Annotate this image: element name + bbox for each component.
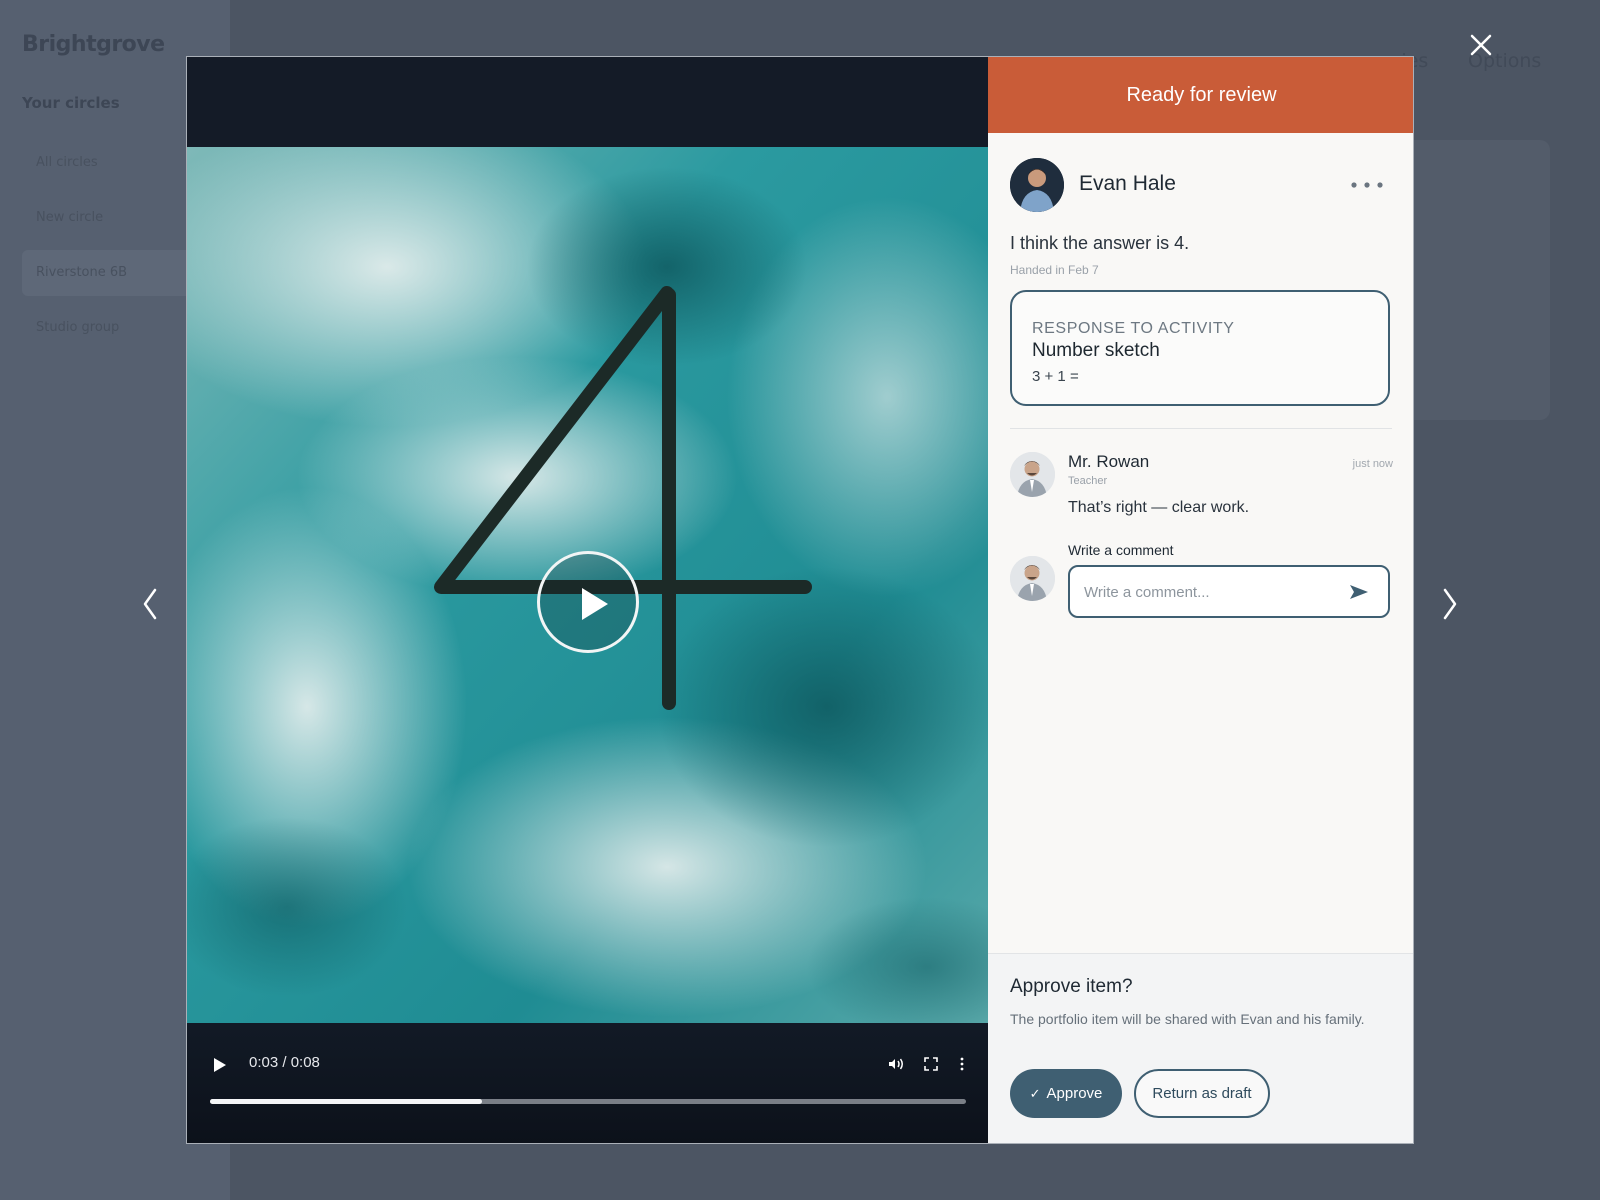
video-time-display: 0:03 / 0:08 (249, 1054, 320, 1071)
comment-timestamp: just now (1352, 458, 1393, 470)
return-as-draft-button[interactable]: Return as draft (1134, 1069, 1270, 1118)
send-icon[interactable] (1348, 581, 1370, 603)
video-player: 0:03 / 0:08 (187, 57, 988, 1143)
approve-button[interactable]: ✓ Approve (1010, 1069, 1122, 1118)
video-progress-bar[interactable] (210, 1099, 966, 1104)
play-icon[interactable] (207, 1053, 231, 1077)
brand-logo: Brightgrove (22, 32, 165, 57)
write-comment-label: Write a comment (1068, 542, 1174, 558)
approve-button-label: Approve (1046, 1085, 1103, 1102)
more-vertical-icon[interactable] (951, 1053, 973, 1075)
fullscreen-icon[interactable] (920, 1053, 942, 1075)
video-controls-bar: 0:03 / 0:08 (187, 1023, 988, 1143)
play-icon (582, 588, 608, 620)
activity-card[interactable]: RESPONSE TO ACTIVITY Number sketch 3 + 1… (1010, 290, 1390, 406)
approve-title: Approve item? (1010, 976, 1133, 997)
check-icon: ✓ (1029, 1086, 1041, 1101)
author-name: Evan Hale (1079, 172, 1176, 195)
chevron-left-icon[interactable] (135, 582, 165, 626)
approve-description: The portfolio item will be shared with E… (1010, 1011, 1365, 1027)
review-panel: Ready for review Evan Hale I think the a… (988, 57, 1413, 1143)
activity-kicker: RESPONSE TO ACTIVITY (1032, 320, 1235, 337)
more-horizontal-icon[interactable] (1347, 174, 1387, 196)
student-answer: I think the answer is 4. (1010, 233, 1190, 253)
activity-title: Number sketch (1032, 340, 1160, 361)
avatar (1010, 556, 1055, 601)
status-banner: Ready for review (988, 57, 1413, 133)
activity-prompt: 3 + 1 = (1032, 368, 1079, 385)
avatar (1010, 158, 1064, 212)
approve-section: Approve item? The portfolio item will be… (988, 953, 1413, 1143)
video-frame[interactable] (187, 147, 988, 1023)
video-progress-fill (210, 1099, 483, 1104)
chevron-right-icon[interactable] (1435, 582, 1465, 626)
author-row: Evan Hale (1010, 158, 1394, 214)
comment-author-role: Teacher (1068, 475, 1108, 487)
volume-icon[interactable] (885, 1053, 907, 1075)
close-icon[interactable] (1466, 30, 1496, 60)
portfolio-item-modal: 0:03 / 0:08 Ready for review Evan Hale I… (186, 56, 1414, 1144)
avatar (1010, 452, 1055, 497)
circles-heading: Your circles (22, 94, 120, 112)
play-overlay-button[interactable] (537, 551, 639, 653)
comment-input-box (1068, 565, 1390, 618)
comment-input[interactable] (1084, 579, 1334, 605)
comment-author: Mr. Rowan (1068, 452, 1150, 471)
handed-in-date: Handed in Feb 7 (1010, 263, 1099, 277)
divider (1010, 428, 1392, 429)
comment-text: That’s right — clear work. (1068, 499, 1250, 516)
